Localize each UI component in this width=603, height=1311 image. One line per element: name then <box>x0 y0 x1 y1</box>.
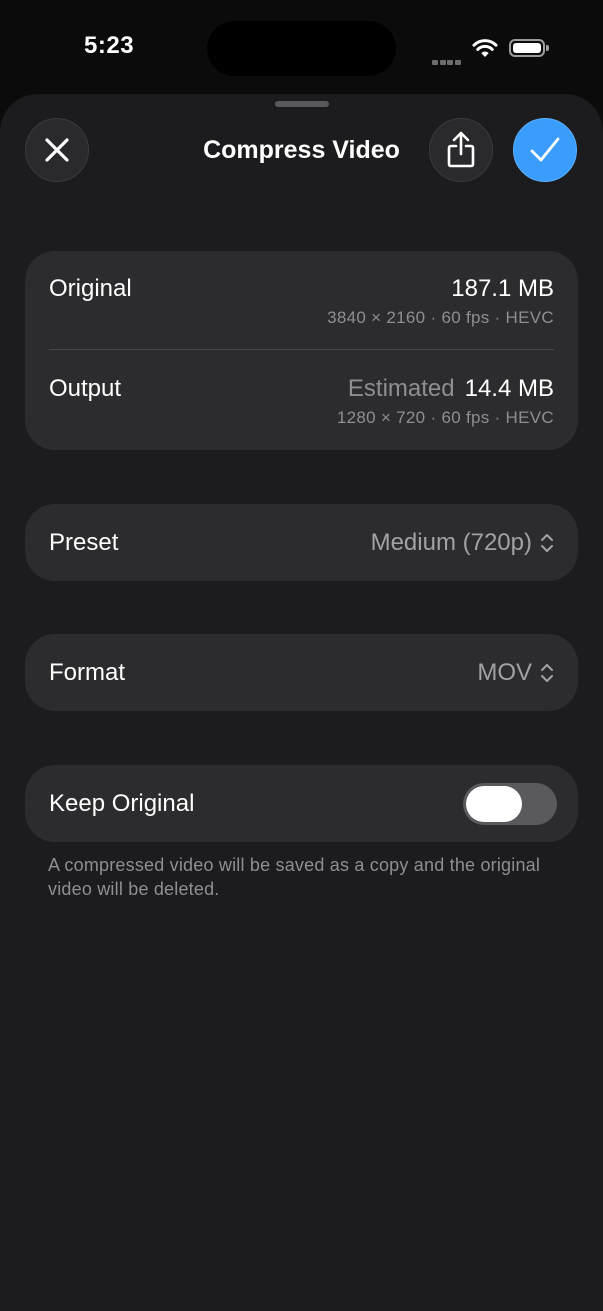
status-bar: 5:23 <box>0 0 603 96</box>
format-value: MOV <box>477 659 532 686</box>
preset-row[interactable]: Preset Medium (720p) <box>25 504 578 581</box>
preset-value: Medium (720p) <box>370 529 532 556</box>
original-label: Original <box>49 275 132 302</box>
sheet-grabber[interactable] <box>275 101 329 107</box>
chevron-up-down-icon <box>541 664 553 682</box>
format-picker[interactable]: MOV <box>477 659 554 687</box>
share-icon <box>447 131 475 168</box>
format-row[interactable]: Format MOV <box>25 634 578 711</box>
dynamic-island <box>207 21 396 76</box>
keep-original-footnote: A compressed video will be saved as a co… <box>48 855 541 899</box>
keep-original-toggle[interactable] <box>463 783 557 825</box>
cellular-signal-icon <box>432 52 462 70</box>
status-time: 5:23 <box>84 32 135 59</box>
checkmark-icon <box>530 137 560 162</box>
preset-picker[interactable]: Medium (720p) <box>371 529 554 557</box>
share-button[interactable] <box>429 118 493 182</box>
original-size: 187.1 MB <box>451 275 554 302</box>
divider <box>49 349 554 350</box>
format-label: Format <box>49 659 126 686</box>
confirm-button[interactable] <box>513 118 577 182</box>
chevron-up-down-icon <box>541 534 553 552</box>
toggle-knob <box>466 786 522 822</box>
battery-icon <box>509 39 549 57</box>
output-label: Output <box>49 375 122 402</box>
output-details: 1280 × 720 · 60 fps · HEVC <box>336 408 554 427</box>
compress-sheet: Compress Video Original 187.1 MB 3840 × … <box>0 94 603 1311</box>
estimated-label: Estimated <box>347 375 455 402</box>
output-size-row: Estimated 14.4 MB <box>348 375 554 403</box>
size-summary-card: Original 187.1 MB 3840 × 2160 · 60 fps ·… <box>25 251 578 450</box>
original-details: 3840 × 2160 · 60 fps · HEVC <box>327 308 554 327</box>
wifi-icon <box>472 39 498 57</box>
keep-original-row: Keep Original <box>25 765 578 842</box>
keep-original-label: Keep Original <box>49 790 195 817</box>
preset-label: Preset <box>49 529 119 556</box>
output-size: 14.4 MB <box>464 375 554 402</box>
